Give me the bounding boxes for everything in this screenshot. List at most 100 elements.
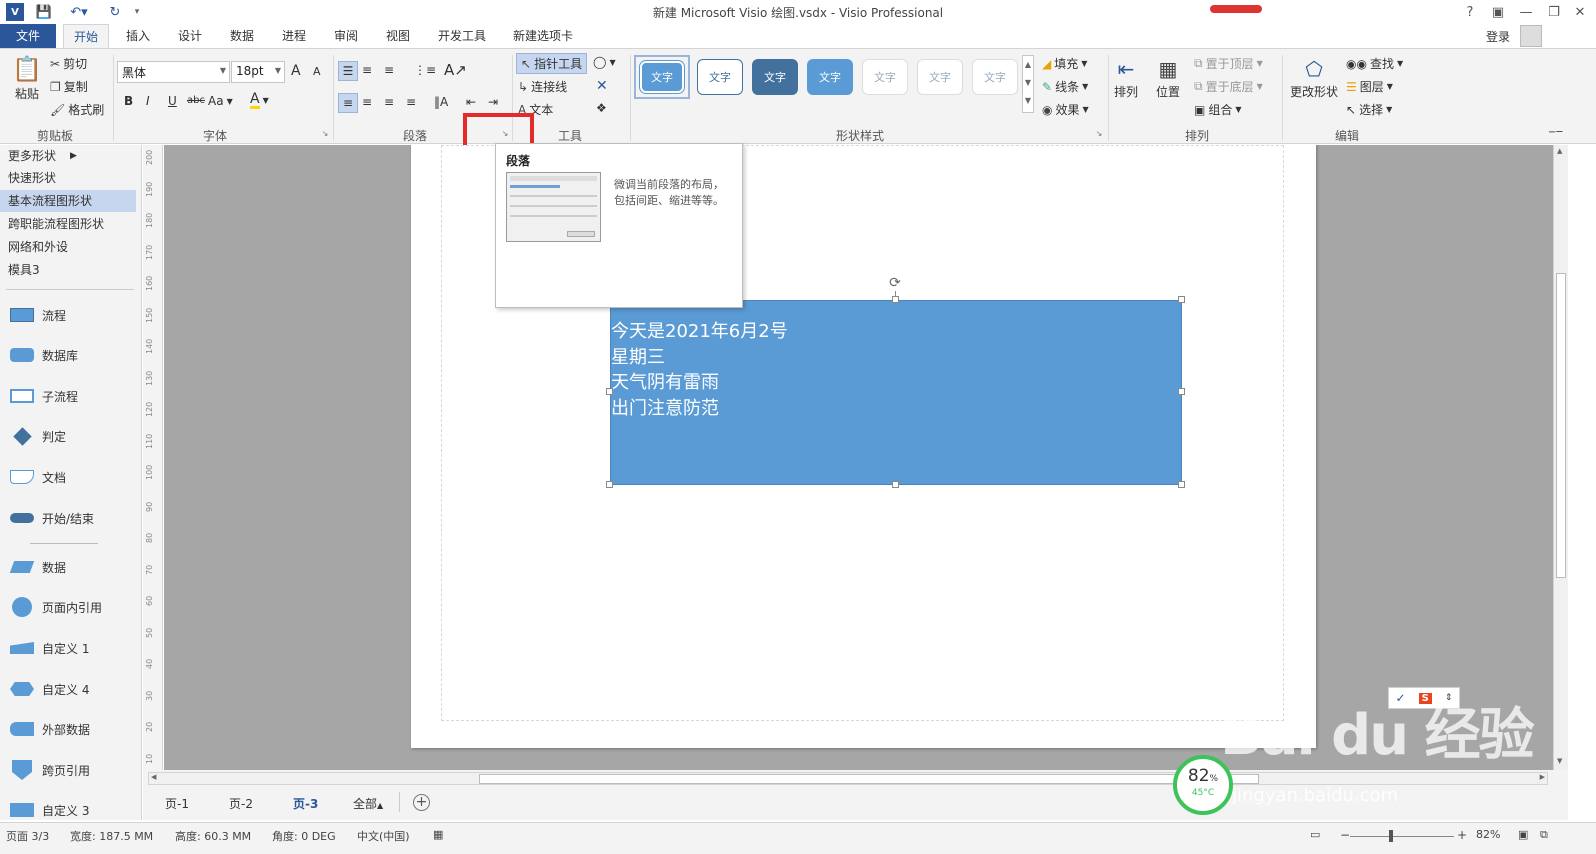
format-painter-button[interactable]: 🖌 格式刷	[50, 101, 104, 118]
all-pages-tab[interactable]: 全部▲	[353, 795, 383, 812]
scroll-down-icon[interactable]: ▼	[1557, 757, 1562, 765]
category-stencil3[interactable]: 模具3	[0, 259, 136, 281]
underline-button[interactable]: U	[168, 94, 177, 108]
minimize-icon[interactable]: —	[1512, 2, 1540, 22]
grow-font-button[interactable]: A	[291, 63, 301, 79]
paste-button[interactable]: 📋 粘贴	[12, 55, 42, 102]
position-button[interactable]: ▦ 位置	[1156, 57, 1180, 100]
ribbon-display-icon[interactable]: ▣	[1484, 2, 1512, 22]
vertical-scrollbar[interactable]: ▲ ▼	[1553, 145, 1568, 770]
pointer-tool-button[interactable]: ↖ 指针工具	[516, 53, 588, 74]
line-button[interactable]: ✎ 线条 ▼	[1042, 78, 1088, 95]
shape-style-7[interactable]: 文字	[972, 59, 1018, 95]
align-center-icon[interactable]: ≡	[362, 95, 372, 109]
shape-start-end[interactable]: 开始/结束	[10, 503, 135, 533]
align-bottom-icon[interactable]: ≡	[384, 63, 394, 77]
login-link[interactable]: 登录	[1486, 28, 1510, 45]
process-shape[interactable]: 今天是2021年6月2号 星期三 天气阴有雷雨 出门注意防范	[610, 300, 1182, 485]
fill-button[interactable]: ◢ 填充 ▼	[1042, 55, 1087, 72]
shape-style-4[interactable]: 文字	[807, 59, 853, 95]
cut-button[interactable]: ✂ 剪切	[50, 55, 87, 72]
italic-button[interactable]: I	[146, 94, 150, 108]
bold-button[interactable]: B	[124, 94, 133, 108]
shape-style-6[interactable]: 文字	[917, 59, 963, 95]
drawing-canvas[interactable]: 今天是2021年6月2号 星期三 天气阴有雷雨 出门注意防范 ⟳	[164, 145, 1553, 770]
tab-new[interactable]: 新建选项卡	[504, 24, 582, 48]
shape-subprocess[interactable]: 子流程	[10, 381, 135, 411]
connection-point-icon[interactable]: ❖	[596, 101, 607, 115]
rectangle-tool-button[interactable]: ◯ ▼	[593, 55, 616, 69]
send-to-back-button[interactable]: ⧉ 置于底层 ▼	[1194, 78, 1263, 95]
resize-handle[interactable]	[606, 388, 613, 395]
shape-custom1[interactable]: 自定义 1	[10, 633, 135, 663]
zoom-in-icon[interactable]: +	[1457, 828, 1467, 842]
pin-ribbon-icon[interactable]: −─	[1548, 127, 1562, 138]
shape-style-3[interactable]: 文字	[752, 59, 798, 95]
zoom-out-icon[interactable]: −	[1340, 828, 1350, 842]
connector-button[interactable]: ↳ 连接线	[518, 78, 567, 95]
vertical-text-icon[interactable]: ‖A	[434, 95, 448, 109]
horizontal-scroll-thumb[interactable]	[479, 774, 1259, 784]
dialog-launcher-icon[interactable]: ↘	[320, 129, 330, 139]
shape-process[interactable]: 流程	[10, 300, 135, 330]
shape-external-data[interactable]: 外部数据	[10, 714, 135, 744]
scroll-left-icon[interactable]: ◀	[151, 773, 156, 781]
resize-handle[interactable]	[892, 481, 899, 488]
style-gallery-scroll[interactable]: ▲ ▼ ▼	[1022, 55, 1034, 113]
shape-off-page-ref[interactable]: 跨页引用	[10, 755, 135, 785]
find-button[interactable]: ◉◉ 查找 ▼	[1346, 55, 1403, 72]
resize-handle[interactable]	[1178, 296, 1185, 303]
shape-decision[interactable]: 判定	[10, 421, 135, 451]
fit-page-icon[interactable]: ▣	[1518, 828, 1528, 841]
shape-custom3[interactable]: 自定义 3	[10, 795, 135, 820]
shape-document[interactable]: 文档	[10, 462, 135, 492]
tab-design[interactable]: 设计	[170, 24, 210, 48]
resize-handle[interactable]	[892, 296, 899, 303]
layers-button[interactable]: ☰ 图层 ▼	[1346, 78, 1393, 95]
scroll-up-icon[interactable]: ▲	[1557, 147, 1562, 155]
page-tab-1[interactable]: 页-1	[165, 795, 189, 812]
page-indicator[interactable]: 页面 3/3	[6, 828, 49, 844]
restore-icon[interactable]: ❐	[1540, 2, 1568, 22]
tab-process[interactable]: 进程	[274, 24, 314, 48]
category-more-shapes[interactable]: 更多形状 ▶	[0, 145, 136, 167]
add-page-icon[interactable]: +	[413, 794, 430, 811]
rotate-handle-icon[interactable]: ⟳	[887, 275, 903, 291]
select-button[interactable]: ↖ 选择 ▼	[1346, 101, 1392, 118]
dialog-launcher-icon[interactable]: ↘	[1094, 129, 1104, 139]
zoom-slider-track[interactable]	[1350, 836, 1454, 837]
strikethrough-button[interactable]: abc	[187, 95, 205, 106]
change-case-button[interactable]: Aa ▼	[208, 94, 233, 108]
performance-ring-widget[interactable]: 82% 45°C	[1173, 755, 1233, 815]
tab-review[interactable]: 审阅	[326, 24, 366, 48]
shape-database[interactable]: 数据库	[10, 340, 135, 370]
decrease-indent-icon[interactable]: ⇤	[466, 95, 476, 109]
tab-developer[interactable]: 开发工具	[430, 24, 494, 48]
shape-style-5[interactable]: 文字	[862, 59, 908, 95]
shape-custom4[interactable]: 自定义 4	[10, 674, 135, 704]
bullets-icon[interactable]: ⋮≡	[414, 63, 436, 77]
switch-windows-icon[interactable]: ⧉	[1540, 828, 1548, 842]
macro-icon[interactable]: ▦	[433, 828, 443, 841]
x-close-icon[interactable]: ✕	[596, 78, 608, 94]
shape-on-page-ref[interactable]: 页面内引用	[10, 592, 135, 622]
page-tab-3[interactable]: 页-3	[293, 795, 318, 812]
shape-data[interactable]: 数据	[9, 552, 135, 582]
group-button[interactable]: ▣ 组合 ▼	[1194, 101, 1242, 118]
shape-style-1[interactable]: 文字	[640, 61, 684, 93]
category-network[interactable]: 网络和外设	[0, 236, 136, 258]
resize-handle[interactable]	[606, 481, 613, 488]
align-middle-icon[interactable]: ≡	[362, 63, 372, 77]
category-cross-functional[interactable]: 跨职能流程图形状	[0, 213, 136, 235]
align-right-icon[interactable]: ≡	[384, 95, 394, 109]
help-button[interactable]: ?	[1456, 2, 1484, 22]
tab-data[interactable]: 数据	[222, 24, 262, 48]
zoom-slider-thumb[interactable]	[1389, 830, 1393, 842]
presentation-mode-icon[interactable]: ▭	[1310, 828, 1320, 841]
font-color-button[interactable]: A ▼	[250, 92, 269, 109]
justify-icon[interactable]: ≡	[406, 95, 416, 109]
effect-button[interactable]: ◉ 效果 ▼	[1042, 101, 1089, 118]
align-top-icon[interactable]: ☰	[338, 61, 358, 81]
shape-style-2[interactable]: 文字	[697, 59, 743, 95]
copy-button[interactable]: ❐ 复制	[50, 78, 88, 95]
